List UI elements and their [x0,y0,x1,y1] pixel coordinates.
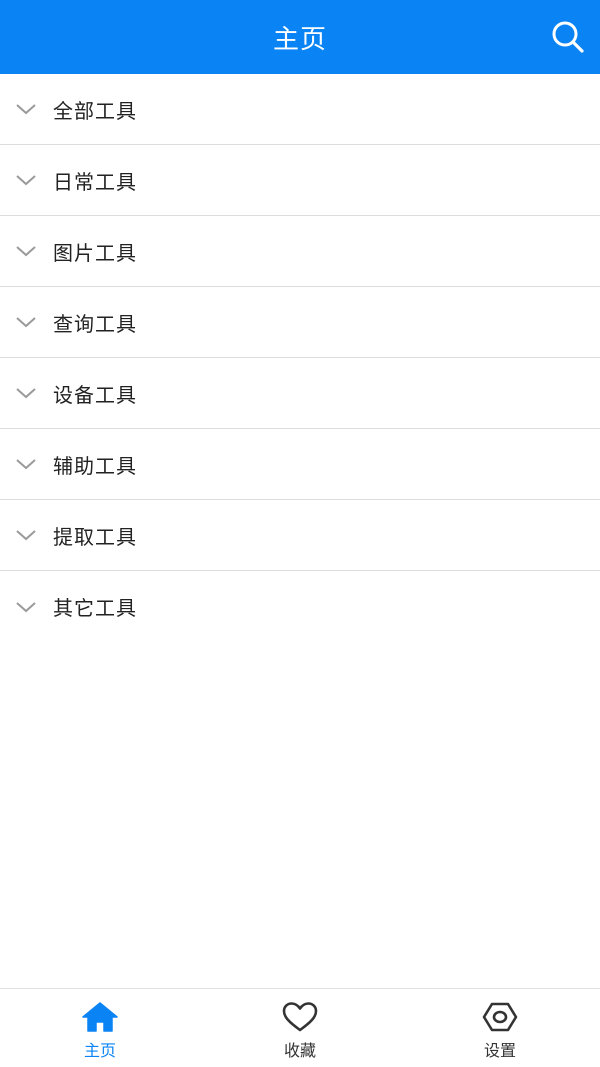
heart-icon [281,1001,319,1033]
home-icon [81,1001,119,1033]
tool-category-list: 全部工具 日常工具 图片工具 查询工具 设备工具 辅助工具 提取工具 其它工具 [0,74,600,642]
app-header: 主页 [0,0,600,74]
list-item-all-tools[interactable]: 全部工具 [0,74,600,145]
list-item-device-tools[interactable]: 设备工具 [0,358,600,429]
list-item-label: 日常工具 [53,169,137,194]
chevron-down-icon [15,240,37,262]
nav-item-favorites[interactable]: 收藏 [200,989,400,1067]
list-item-extract-tools[interactable]: 提取工具 [0,500,600,571]
list-item-label: 其它工具 [53,596,137,620]
nav-label: 收藏 [283,1041,316,1060]
chevron-down-icon [15,596,37,618]
list-item-label: 辅助工具 [53,453,137,478]
chevron-down-icon [15,169,37,191]
list-item-image-tools[interactable]: 图片工具 [0,216,600,287]
nav-label: 设置 [483,1041,516,1060]
chevron-down-icon [15,98,37,120]
settings-icon [481,1001,519,1033]
list-item-label: 查询工具 [53,311,137,336]
search-icon [552,21,584,53]
chevron-down-icon [15,453,37,475]
list-item-label: 提取工具 [53,524,137,549]
list-item-daily-tools[interactable]: 日常工具 [0,145,600,216]
list-item-label: 图片工具 [53,240,137,265]
nav-item-settings[interactable]: 设置 [400,989,600,1067]
nav-item-home[interactable]: 主页 [0,989,200,1067]
list-item-label: 全部工具 [53,98,137,123]
nav-label: 主页 [83,1041,116,1060]
page-title: 主页 [272,24,327,55]
app-screen: 主页 全部工具 日常工具 图片工具 查询工具 设备工具 辅助工具 提取工具 其它… [0,0,600,1067]
list-item-other-tools[interactable]: 其它工具 [0,571,600,642]
bottom-nav: 主页 收藏 设置 [0,988,600,1067]
list-item-query-tools[interactable]: 查询工具 [0,287,600,358]
search-button[interactable] [548,17,588,57]
chevron-down-icon [15,311,37,333]
chevron-down-icon [15,382,37,404]
list-item-assist-tools[interactable]: 辅助工具 [0,429,600,500]
chevron-down-icon [15,524,37,546]
list-item-label: 设备工具 [53,382,137,407]
